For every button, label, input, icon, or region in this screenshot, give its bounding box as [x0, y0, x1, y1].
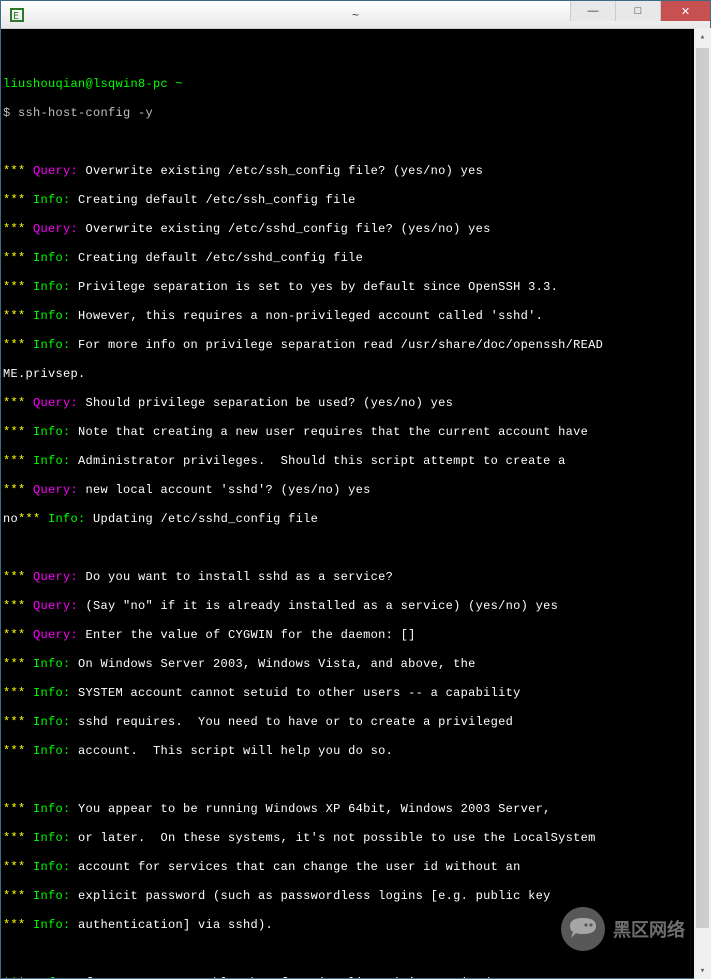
terminal-window: E ~ — □ ✕ liushouqian@lsqwin8-pc ~ $ ssh… — [0, 0, 711, 979]
watermark: 黑区网络 — [561, 907, 685, 951]
maximize-button[interactable]: □ — [615, 1, 660, 21]
watermark-text: 黑区网络 — [613, 916, 685, 942]
close-button[interactable]: ✕ — [660, 1, 710, 21]
window-title: ~ — [352, 8, 359, 22]
window-controls: — □ ✕ — [570, 1, 710, 28]
app-icon: E — [9, 7, 25, 23]
prompt-line: liushouqian@lsqwin8-pc ~ — [3, 77, 696, 92]
titlebar[interactable]: E ~ — □ ✕ — [1, 1, 710, 29]
terminal-output: liushouqian@lsqwin8-pc ~ $ ssh-host-conf… — [3, 33, 696, 978]
scroll-up-button[interactable]: ▴ — [694, 28, 711, 45]
scroll-down-button[interactable]: ▾ — [694, 962, 711, 979]
watermark-logo-icon — [561, 907, 605, 951]
command-line: $ ssh-host-config -y — [3, 106, 696, 121]
terminal-body[interactable]: liushouqian@lsqwin8-pc ~ $ ssh-host-conf… — [1, 29, 710, 978]
minimize-button[interactable]: — — [570, 1, 615, 21]
scrollbar-thumb[interactable] — [696, 48, 709, 928]
svg-text:E: E — [13, 11, 19, 22]
scrollbar[interactable]: ▴ ▾ — [694, 28, 711, 979]
